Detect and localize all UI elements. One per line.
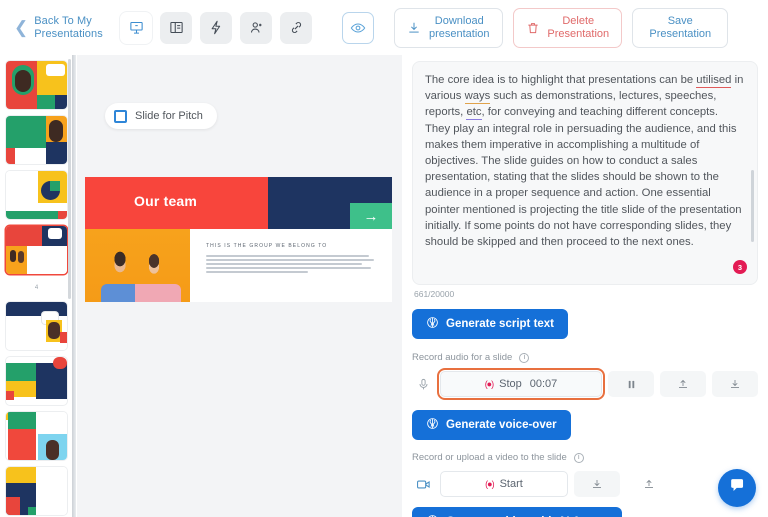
list-item[interactable] <box>6 412 67 460</box>
sidebar-scrollbar[interactable] <box>68 59 71 299</box>
thumbnail-list: 4 <box>6 61 67 515</box>
chevron-left-icon: ❮ <box>14 18 29 37</box>
layout-icon-button[interactable] <box>160 11 193 44</box>
back-to-presentations-label: Back To My Presentations <box>34 14 103 40</box>
download-icon <box>407 21 421 35</box>
script-textarea[interactable]: The core idea is to highlight that prese… <box>412 61 758 285</box>
generate-script-text-button[interactable]: Generate script text <box>412 309 569 339</box>
ai-brain-icon <box>426 417 439 433</box>
list-item[interactable] <box>6 467 67 515</box>
audio-stop-label: Stop <box>499 378 522 390</box>
slide-title: Our team <box>134 193 198 209</box>
video-start-button[interactable]: (●) Start <box>440 471 568 497</box>
audio-stop-button[interactable]: (●) Stop 00:07 <box>437 368 605 400</box>
header-action-buttons: Download presentation Delete Presentatio… <box>394 7 729 48</box>
video-camera-icon[interactable] <box>412 477 434 492</box>
list-item[interactable] <box>6 226 67 274</box>
slide-script-panel: The core idea is to highlight that prese… <box>402 55 768 517</box>
ai-brain-icon <box>426 316 439 332</box>
video-upload-button[interactable] <box>626 471 672 497</box>
sidebar-divider <box>72 55 76 517</box>
editor-tool-group <box>120 11 375 44</box>
script-part-4: , for conveying and teaching different c… <box>425 106 745 249</box>
info-icon[interactable]: i <box>573 452 584 463</box>
chat-bubble-icon <box>728 476 747 500</box>
slide-arrow-icon: → <box>350 203 392 229</box>
script-underline-utilised: utilised <box>696 74 732 88</box>
slide-thumbnail-sidebar[interactable]: 4 <box>0 55 73 517</box>
current-slide-preview[interactable]: Our team → THIS IS THE GROUP WE BELONG T… <box>85 177 392 302</box>
checkbox-icon[interactable] <box>114 109 127 123</box>
microphone-icon[interactable] <box>412 378 434 391</box>
list-item[interactable] <box>6 116 67 164</box>
audio-section-label: Record audio for a slide <box>412 352 513 363</box>
video-start-label: Start <box>499 478 523 490</box>
slide-kicker-text: THIS IS THE GROUP WE BELONG TO <box>206 243 328 249</box>
slide-body-text-lines <box>206 255 376 273</box>
video-record-controls: (●) Start <box>412 471 758 497</box>
audio-download-button[interactable] <box>712 371 758 397</box>
audio-section-header: Record audio for a slide i <box>412 352 758 363</box>
back-to-presentations-button[interactable]: ❮ Back To My Presentations <box>14 15 106 41</box>
download-presentation-button[interactable]: Download presentation <box>394 7 504 48</box>
slide-for-pitch-checkbox[interactable]: Slide for Pitch <box>105 103 217 129</box>
trash-icon <box>526 21 540 35</box>
video-download-button[interactable] <box>574 471 620 497</box>
link-icon-button[interactable] <box>280 11 313 44</box>
audio-pause-button[interactable] <box>608 371 654 397</box>
top-toolbar: ❮ Back To My Presentations Download pres… <box>0 0 768 55</box>
delete-presentation-label: Delete Presentation <box>547 14 610 40</box>
info-icon[interactable]: i <box>519 352 530 363</box>
video-section-label: Record or upload a video to the slide <box>412 452 567 463</box>
generate-voiceover-label: Generate voice-over <box>446 419 557 431</box>
list-item[interactable] <box>6 357 67 405</box>
audio-record-controls: (●) Stop 00:07 <box>412 368 758 400</box>
list-item[interactable] <box>6 61 67 109</box>
recording-indicator-icon: (●) <box>485 479 494 489</box>
issue-count-badge[interactable]: 3 <box>733 260 747 274</box>
save-presentation-label: Save Presentation <box>649 14 712 40</box>
add-person-icon-button[interactable] <box>240 11 273 44</box>
chat-support-button[interactable] <box>718 469 756 507</box>
script-text-content: The core idea is to highlight that prese… <box>425 72 745 250</box>
list-item[interactable] <box>6 302 67 350</box>
presentation-editor-app: ❮ Back To My Presentations Download pres… <box>0 0 768 517</box>
script-scrollbar[interactable] <box>751 170 754 242</box>
script-underline-ways: ways <box>464 90 491 105</box>
script-part-1: The core idea is to highlight that prese… <box>425 74 697 86</box>
lightning-icon-button[interactable] <box>200 11 233 44</box>
delete-presentation-button[interactable]: Delete Presentation <box>513 7 623 48</box>
video-section-header: Record or upload a video to the slide i <box>412 452 758 463</box>
save-presentation-button[interactable]: Save Presentation <box>632 7 729 48</box>
audio-timer: 00:07 <box>529 378 558 390</box>
generate-script-text-label: Generate script text <box>446 318 555 330</box>
slide-team-photo <box>85 229 190 302</box>
audio-upload-button[interactable] <box>660 371 706 397</box>
recording-indicator-icon: (●) <box>484 379 494 389</box>
download-presentation-label: Download presentation <box>428 14 490 40</box>
slide-for-pitch-label: Slide for Pitch <box>135 110 203 122</box>
character-counter: 661/20000 <box>414 289 455 299</box>
slide-canvas: Slide for Pitch Our team → THIS IS THE G… <box>77 55 402 517</box>
generate-video-ai-avatar-button[interactable]: Generate video with AI Avatar <box>412 507 622 517</box>
generate-voiceover-button[interactable]: Generate voice-over <box>412 410 571 440</box>
preview-eye-icon-button[interactable] <box>342 11 375 44</box>
thumbnail-page-number: 4 <box>34 285 39 291</box>
script-underline-etc: etc <box>466 106 482 121</box>
slide-body: THIS IS THE GROUP WE BELONG TO <box>190 229 392 302</box>
presentation-icon-button[interactable] <box>120 11 153 44</box>
list-item[interactable] <box>6 171 67 219</box>
